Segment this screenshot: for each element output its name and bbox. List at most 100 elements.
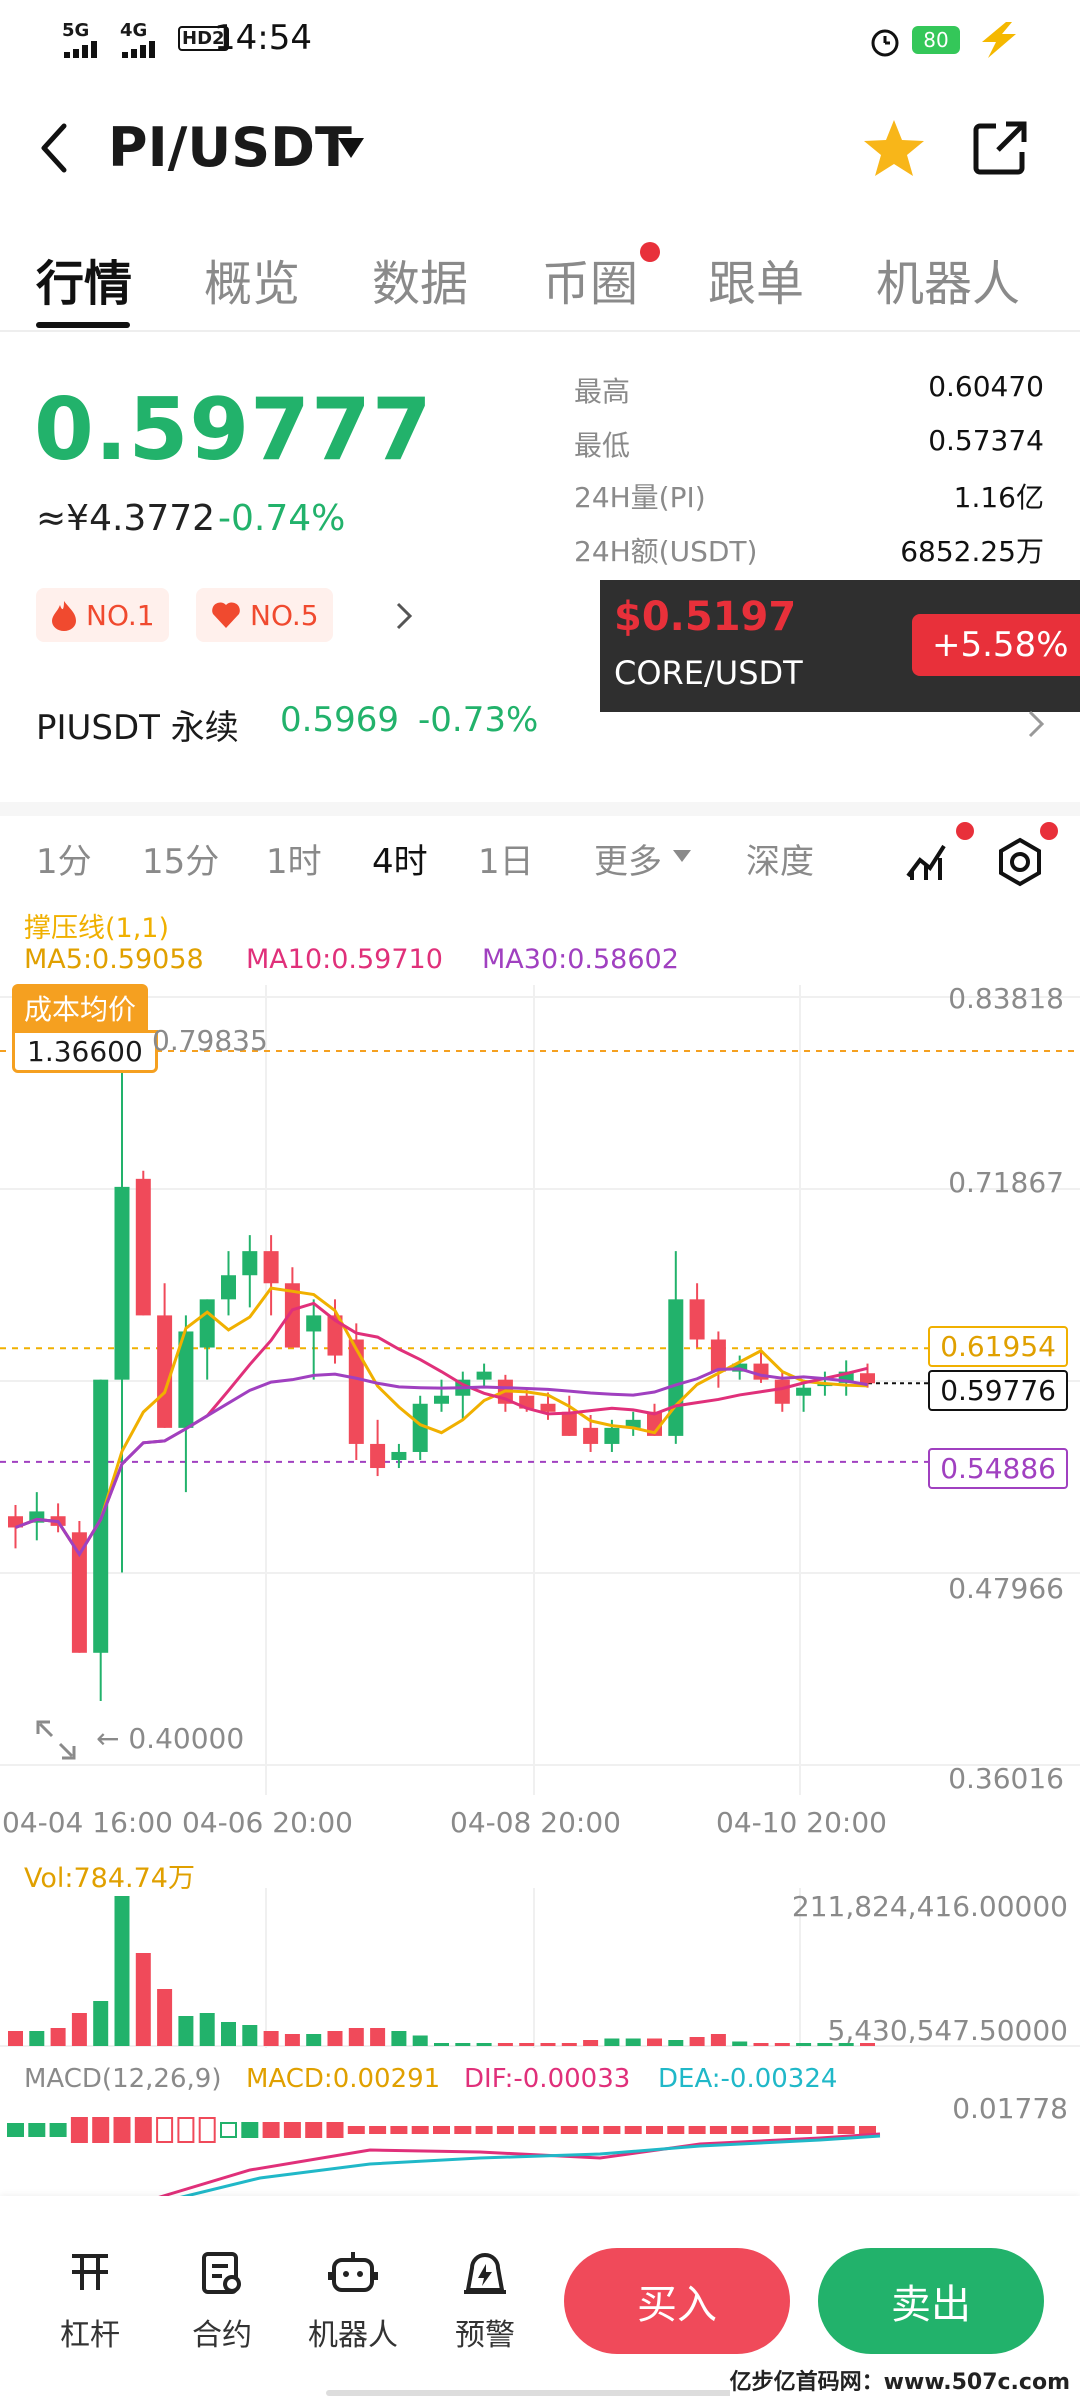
- macd-bar: [475, 2126, 493, 2134]
- clock: 14:54: [214, 18, 312, 58]
- contract-icon[interactable]: [200, 2250, 244, 2296]
- candle-body: [604, 1427, 620, 1444]
- volume-bar: [348, 2028, 364, 2046]
- interval-1m[interactable]: 1分: [36, 834, 92, 883]
- sell-button[interactable]: 卖出: [818, 2248, 1044, 2354]
- fullscreen-icon[interactable]: [36, 1720, 76, 1760]
- rank-badge-2[interactable]: NO.5: [196, 588, 333, 642]
- interval-1h[interactable]: 1时: [266, 834, 322, 883]
- macd-chart: [7, 2117, 881, 2200]
- nav-leverage[interactable]: 杠杆: [35, 2310, 145, 2354]
- interval-4h[interactable]: 4时: [372, 834, 428, 883]
- volume-bar: [753, 2043, 769, 2046]
- star-icon[interactable]: [862, 118, 926, 178]
- volume-bar: [604, 2038, 620, 2046]
- x-tick-2: 04-06 20:00: [182, 1806, 353, 1839]
- tab-overview[interactable]: 概览: [204, 244, 300, 314]
- robot-icon[interactable]: [328, 2250, 378, 2296]
- promo-change: +5.58%: [912, 614, 1080, 676]
- cny-price: ≈¥4.3772: [36, 498, 216, 539]
- volume-bar: [114, 1896, 130, 2046]
- support-tag: 0.54886: [928, 1448, 1068, 1489]
- volume-bar: [50, 2028, 66, 2046]
- share-icon[interactable]: [970, 118, 1030, 178]
- candle-body: [348, 1339, 364, 1444]
- resistance-tag: 0.61954: [928, 1326, 1068, 1367]
- indicator-icon[interactable]: [904, 836, 954, 886]
- volume-bar: [412, 2035, 428, 2046]
- macd-bar: [773, 2126, 791, 2134]
- macd-bar: [411, 2126, 429, 2134]
- home-indicator: [326, 2390, 746, 2396]
- y-tick-2: 0.71867: [948, 1166, 1064, 1199]
- pair-title[interactable]: PI/USDT: [108, 116, 352, 179]
- macd-bar: [752, 2126, 770, 2134]
- volume-axis-top: 211,824,416.00000: [791, 1890, 1068, 1923]
- volume-bar: [583, 2040, 599, 2046]
- cost-average-value: 1.36600: [12, 1030, 158, 1073]
- y-tick-1: 0.83818: [948, 982, 1064, 1015]
- dea-line: [169, 2134, 881, 2200]
- rank-badge-1[interactable]: NO.1: [36, 588, 169, 642]
- macd-bar: [859, 2126, 876, 2134]
- macd-bar: [283, 2122, 301, 2138]
- tab-bar: 行情 概览 数据 币圈 跟单 机器人: [0, 226, 1080, 332]
- candle-body: [370, 1443, 386, 1469]
- stat-label-volume: 24H量(PI): [574, 481, 706, 514]
- tab-market[interactable]: 行情: [36, 244, 132, 314]
- volume-bar: [370, 2028, 386, 2046]
- macd-bar: [667, 2126, 685, 2134]
- macd-bar: [156, 2117, 174, 2143]
- chevron-right-icon[interactable]: [1026, 708, 1048, 740]
- x-tick-3: 04-08 20:00: [450, 1806, 621, 1839]
- tab-data[interactable]: 数据: [372, 244, 468, 314]
- stat-value-turnover: 6852.25万: [900, 535, 1044, 568]
- nav-contract[interactable]: 合约: [167, 2310, 277, 2354]
- volume-bar: [625, 2038, 641, 2046]
- back-icon[interactable]: [34, 120, 74, 176]
- buy-button[interactable]: 买入: [564, 2248, 790, 2354]
- caret-down-icon[interactable]: [336, 136, 366, 162]
- candle-body: [796, 1387, 812, 1396]
- interval-1d[interactable]: 1日: [478, 834, 534, 883]
- macd-bar: [454, 2126, 472, 2134]
- macd-bar: [603, 2126, 621, 2134]
- volume-bar: [178, 2016, 194, 2046]
- macd-bar: [347, 2126, 365, 2134]
- candle-body: [434, 1395, 449, 1404]
- macd-bar: [28, 2123, 46, 2137]
- perpetual-name[interactable]: PIUSDT 永续: [36, 700, 239, 749]
- macd-bar: [560, 2126, 578, 2134]
- cost-average-label: 成本均价: [12, 984, 149, 1032]
- promo-banner[interactable]: $0.5197 CORE/USDT +5.58%: [600, 580, 1080, 712]
- tab-bots[interactable]: 机器人: [876, 244, 1020, 314]
- signal-icon-2: [122, 41, 155, 58]
- candle-body: [263, 1251, 279, 1284]
- ma5-line: [14, 1286, 868, 1558]
- chevron-right-icon[interactable]: [392, 600, 416, 632]
- battery-icon: 80: [912, 26, 960, 54]
- tab-community[interactable]: 币圈: [542, 244, 638, 314]
- interval-15m[interactable]: 15分: [142, 834, 219, 883]
- interval-bar: 1分 15分 1时 4时 1日 更多 深度: [0, 802, 1080, 904]
- volume-bar: [476, 2043, 492, 2046]
- macd-bar: [92, 2117, 110, 2143]
- stat-value-low: 0.57374: [928, 424, 1044, 457]
- tab-copytrade[interactable]: 跟单: [708, 244, 804, 314]
- promo-pair: CORE/USDT: [614, 654, 803, 692]
- volume-axis-bottom: 5,430,547.50000: [827, 2014, 1068, 2047]
- candle-body: [199, 1299, 215, 1348]
- network-indicator: 5G: [62, 20, 90, 41]
- nav-robot[interactable]: 机器人: [298, 2310, 408, 2354]
- caret-down-icon[interactable]: [672, 848, 692, 864]
- stat-value-volume: 1.16亿: [953, 481, 1044, 514]
- candlestick-chart[interactable]: [0, 985, 1080, 1795]
- interval-depth[interactable]: 深度: [746, 834, 814, 883]
- candle-body: [583, 1427, 599, 1444]
- settings-icon[interactable]: [994, 836, 1046, 888]
- alert-icon[interactable]: [462, 2250, 508, 2296]
- nav-alert[interactable]: 预警: [430, 2310, 540, 2354]
- signal-icon: [64, 41, 97, 58]
- interval-more[interactable]: 更多: [594, 834, 662, 883]
- leverage-icon[interactable]: [68, 2250, 112, 2296]
